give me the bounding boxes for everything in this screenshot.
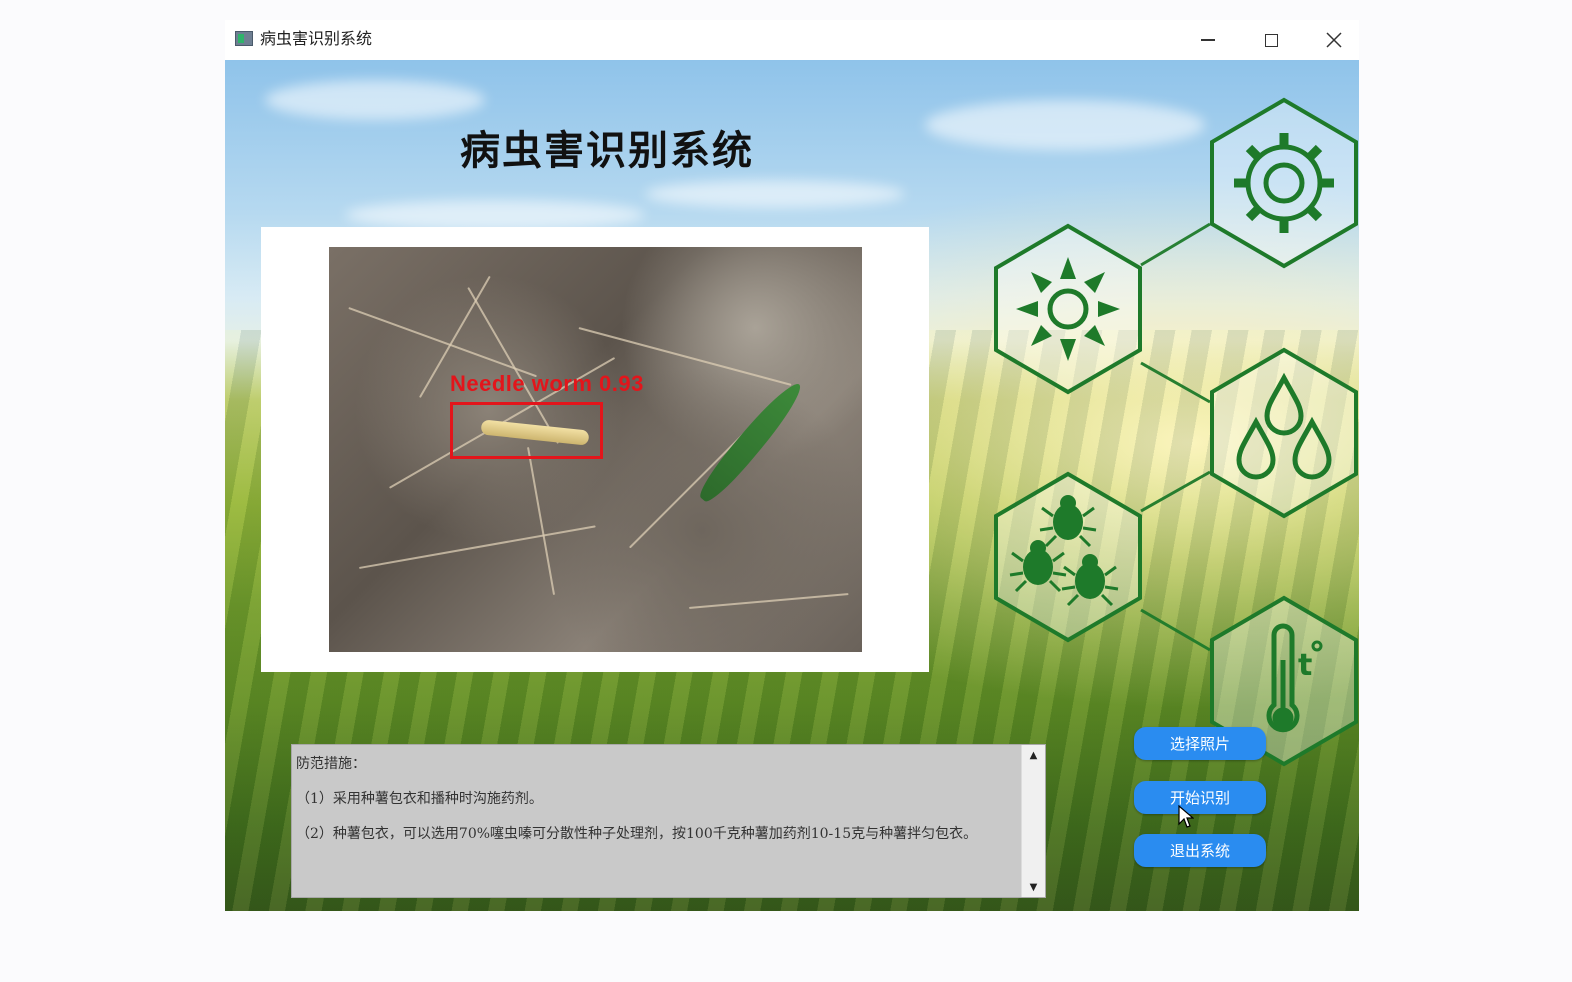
app-icon — [235, 31, 253, 46]
grass-leaf — [693, 376, 809, 508]
maximize-button[interactable] — [1248, 24, 1294, 56]
title-bar: 病虫害识别系统 — [225, 20, 1359, 60]
measures-heading: 防范措施： — [296, 756, 366, 772]
scroll-down-arrow-icon[interactable]: ▼ — [1022, 877, 1045, 897]
measure-item-2: （2）种薯包衣，可以选用70%噻虫嗪可分散性种子处理剂，按100千克种薯加药剂1… — [296, 826, 978, 842]
minimize-icon — [1201, 39, 1215, 41]
start-recognition-button[interactable]: 开始识别 — [1134, 781, 1266, 814]
measures-text: 防范措施： （1）采用种薯包衣和播种时沟施药剂。 （2）种薯包衣，可以选用70%… — [296, 755, 1020, 860]
maximize-icon — [1264, 33, 1278, 47]
mouse-cursor-icon — [1178, 805, 1194, 828]
minimize-button[interactable] — [1185, 24, 1231, 56]
select-photo-button[interactable]: 选择照片 — [1134, 727, 1266, 760]
close-icon — [1326, 32, 1342, 48]
main-panel: 病虫害识别系统 Needle worm 0.93 t 防范措施： （1）采用种薯… — [225, 60, 1359, 911]
detection-label: Needle worm 0.93 — [450, 371, 644, 396]
close-button[interactable] — [1311, 24, 1357, 56]
scroll-up-arrow-icon[interactable]: ▲ — [1022, 745, 1045, 765]
image-display-panel: Needle worm 0.93 — [261, 227, 929, 672]
vertical-scrollbar[interactable]: ▲ ▼ — [1021, 745, 1045, 897]
prevention-measures-textbox[interactable]: 防范措施： （1）采用种薯包衣和播种时沟施药剂。 （2）种薯包衣，可以选用70%… — [291, 744, 1046, 898]
detection-photo: Needle worm 0.93 — [329, 247, 862, 652]
measure-item-1: （1）采用种薯包衣和播种时沟施药剂。 — [296, 791, 543, 807]
page-title: 病虫害识别系统 — [460, 128, 754, 174]
app-window: 病虫害识别系统 病虫害识别系统 Needle worm 0.93 t 防范措施：… — [225, 20, 1359, 911]
gear-hex — [1210, 97, 1358, 269]
scrollbar-thumb[interactable] — [1025, 767, 1041, 857]
window-title: 病虫害识别系统 — [260, 29, 373, 48]
exit-system-button[interactable]: 退出系统 — [1134, 834, 1266, 867]
detection-box — [450, 402, 603, 459]
gear-icon — [1234, 133, 1334, 233]
